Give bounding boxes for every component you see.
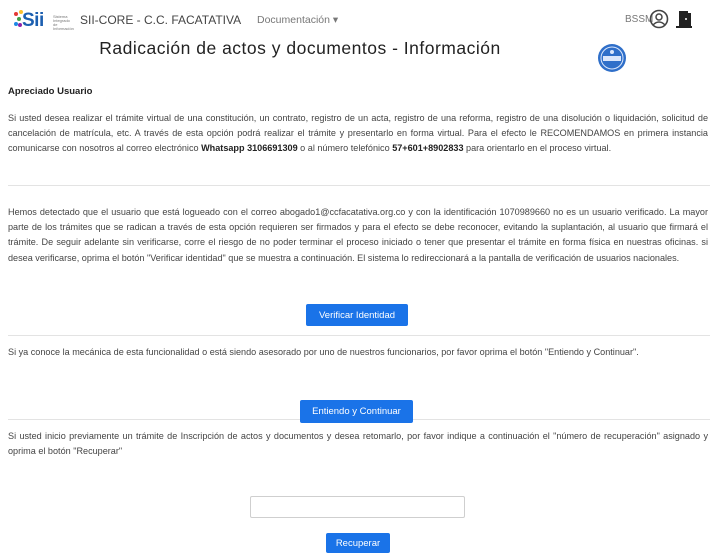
logo-subtitle: Sistema Integrado de Información bbox=[53, 14, 74, 31]
documentation-menu[interactable]: Documentación ▾ bbox=[257, 14, 338, 26]
divider bbox=[8, 335, 710, 336]
recover-paragraph: Si usted inicio previamente un trámite d… bbox=[8, 431, 708, 457]
recovery-number-input[interactable] bbox=[250, 496, 465, 518]
logo-mark: Sii Sistema Integrado de Información bbox=[14, 10, 74, 32]
page-title: Radicación de actos y documentos - Infor… bbox=[99, 38, 501, 58]
intro-text-c: para orientarlo en el proceso virtual. bbox=[463, 143, 612, 154]
intro-text-b: o al número telefónico bbox=[297, 143, 393, 154]
recover-button[interactable]: Recuperar bbox=[326, 533, 390, 553]
verify-paragraph: Hemos detectado que el usuario que está … bbox=[8, 207, 708, 263]
logo-text: Sii bbox=[22, 10, 44, 31]
exit-door-icon[interactable] bbox=[675, 9, 693, 34]
continue-paragraph: Si ya conoce la mecánica de esta funcion… bbox=[8, 347, 639, 357]
verify-identity-button[interactable]: Verificar Identidad bbox=[306, 304, 408, 326]
app-title[interactable]: SII-CORE - C.C. FACATATIVA bbox=[80, 13, 241, 27]
intro-paragraph: Si usted desea realizar el trámite virtu… bbox=[8, 111, 708, 157]
phone-contact: 57+601+8902833 bbox=[392, 143, 464, 154]
top-navbar: Sii Sistema Integrado de Información SII… bbox=[0, 0, 718, 40]
blue-seal-icon bbox=[597, 43, 627, 78]
user-circle-icon[interactable] bbox=[648, 9, 670, 34]
understand-continue-button[interactable]: Entiendo y Continuar bbox=[300, 400, 413, 423]
greeting: Apreciado Usuario bbox=[8, 86, 93, 97]
sii-logo[interactable]: Sii Sistema Integrado de Información bbox=[14, 10, 74, 32]
whatsapp-contact: Whatsapp 3106691309 bbox=[201, 143, 298, 154]
divider bbox=[8, 185, 710, 186]
